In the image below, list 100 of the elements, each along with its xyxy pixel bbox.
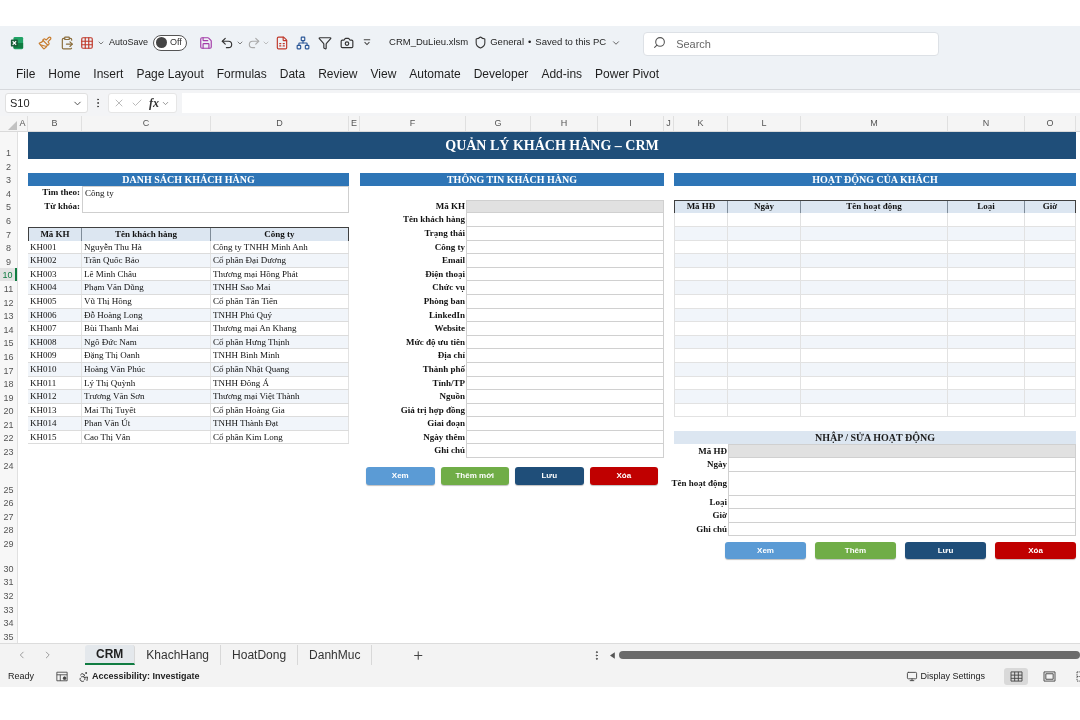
monitor-icon[interactable] [906,671,919,682]
row-header[interactable]: 27 [0,509,17,523]
select-all-icon[interactable] [8,121,17,130]
customize-caret-icon[interactable] [363,38,372,47]
input-field[interactable] [466,444,664,459]
row-header[interactable]: 29 [0,536,17,551]
check-icon[interactable] [131,97,143,109]
column-header[interactable]: C [82,116,211,131]
input-field[interactable] [728,471,1076,496]
row-header[interactable]: 6 [0,213,17,227]
row-header[interactable]: 35 [0,629,17,643]
ribbon-tab[interactable]: Page Layout [136,63,204,85]
sensitivity-label[interactable]: General [490,35,525,50]
row-header[interactable]: 34 [0,615,17,630]
row-header[interactable]: 15 [0,335,17,350]
save-status[interactable]: Saved to this PC [535,35,607,50]
row-header[interactable]: 4 [0,186,17,200]
undo-icon[interactable] [220,35,235,50]
add-sheet-icon[interactable] [412,648,425,662]
ribbon-tab[interactable]: Review [318,63,358,85]
app-logo-icon[interactable] [10,35,24,50]
row-header[interactable]: 8 [0,240,17,255]
camera-icon[interactable] [340,35,355,50]
input-field[interactable] [466,322,664,336]
input-field[interactable] [728,509,1076,523]
name-box[interactable]: S10 [5,93,88,113]
row-header[interactable]: 18 [0,376,17,391]
view-button[interactable] [1004,668,1028,685]
column-header[interactable]: N [948,116,1025,131]
sheet-tab[interactable]: KhachHang [135,645,222,665]
ribbon-tab[interactable]: Data [279,63,306,85]
horizontal-scrollbar[interactable] [619,651,1080,659]
filter-icon[interactable] [318,35,333,50]
ribbon-tab[interactable]: Add-ins [541,63,583,85]
row-header[interactable]: 22 [0,430,17,445]
sheet-button[interactable]: Xóa [589,467,658,486]
input-field[interactable]: Công ty [82,186,349,200]
ribbon-tab[interactable]: Insert [93,63,124,85]
row-header[interactable]: 11 [0,281,17,295]
display-settings-link[interactable]: Display Settings [920,669,985,684]
input-field[interactable] [728,458,1076,472]
sheet-tab[interactable]: HoatDong [221,645,299,665]
column-header[interactable]: H [531,116,598,131]
row-header[interactable]: 14 [0,322,17,336]
ribbon-tab[interactable]: Power Pivot [595,63,660,85]
search-field[interactable]: Search [643,31,940,56]
input-field[interactable] [728,444,1076,459]
column-header[interactable]: I [598,116,664,131]
ribbon-tab[interactable]: Formulas [216,63,267,85]
clipboard-icon[interactable] [60,35,74,50]
row-header[interactable]: 13 [0,308,17,323]
row-header[interactable]: 32 [0,588,17,602]
row-header[interactable]: 30 [0,550,17,575]
sheet-tab[interactable]: CRM [85,645,136,665]
row-header[interactable]: 9 [0,254,17,268]
column-header[interactable]: M [801,116,948,131]
row-header[interactable]: 33 [0,602,17,616]
row-header[interactable]: 19 [0,390,17,404]
sheet-button[interactable]: Lưu [905,542,986,560]
sheet-tab[interactable]: DanhMuc [298,645,373,665]
row-header[interactable]: 31 [0,574,17,589]
record-icon[interactable] [56,671,68,682]
accessibility-icon[interactable] [78,670,90,683]
row-header[interactable]: 10 [0,267,17,282]
input-field[interactable] [466,254,664,268]
paintbrush-icon[interactable] [38,35,52,50]
input-field[interactable] [466,213,664,227]
column-header[interactable]: O [1025,116,1076,131]
insert-function-label[interactable]: fx [149,94,159,112]
row-header[interactable]: 16 [0,349,17,363]
hierarchy-icon[interactable] [296,35,311,50]
redo-icon[interactable] [247,35,262,50]
column-header[interactable]: L [728,116,801,131]
row-header[interactable]: 2 [0,159,17,173]
ribbon-tab[interactable]: Developer [473,63,529,85]
row-header[interactable]: 1 [0,132,17,159]
ribbon-tab[interactable]: Home [48,63,81,85]
sheet-button[interactable]: Xóa [995,542,1076,560]
column-header[interactable]: J [664,116,674,131]
column-header[interactable]: D [211,116,349,131]
grid-icon[interactable] [80,35,94,50]
row-header[interactable]: 28 [0,522,17,537]
ribbon-tab[interactable]: View [370,63,397,85]
sheet-button[interactable]: Lưu [515,467,584,486]
row-header[interactable]: 20 [0,403,17,418]
column-header[interactable]: F [360,116,466,131]
input-field[interactable] [466,199,664,214]
save-icon[interactable] [199,35,214,50]
input-field[interactable] [466,390,664,404]
autosave-toggle[interactable]: Off [153,34,188,51]
column-header[interactable]: G [466,116,531,131]
row-header[interactable]: 3 [0,172,17,187]
row-header[interactable]: 25 [0,471,17,496]
row-header[interactable]: 17 [0,362,17,377]
spreadsheet-icon[interactable] [275,35,290,50]
ribbon-tab[interactable]: File [16,63,36,85]
ribbon-tab[interactable]: Automate [409,63,461,85]
row-header[interactable]: 26 [0,495,17,510]
row-header[interactable]: 21 [0,417,17,431]
shield-icon[interactable] [474,36,488,49]
